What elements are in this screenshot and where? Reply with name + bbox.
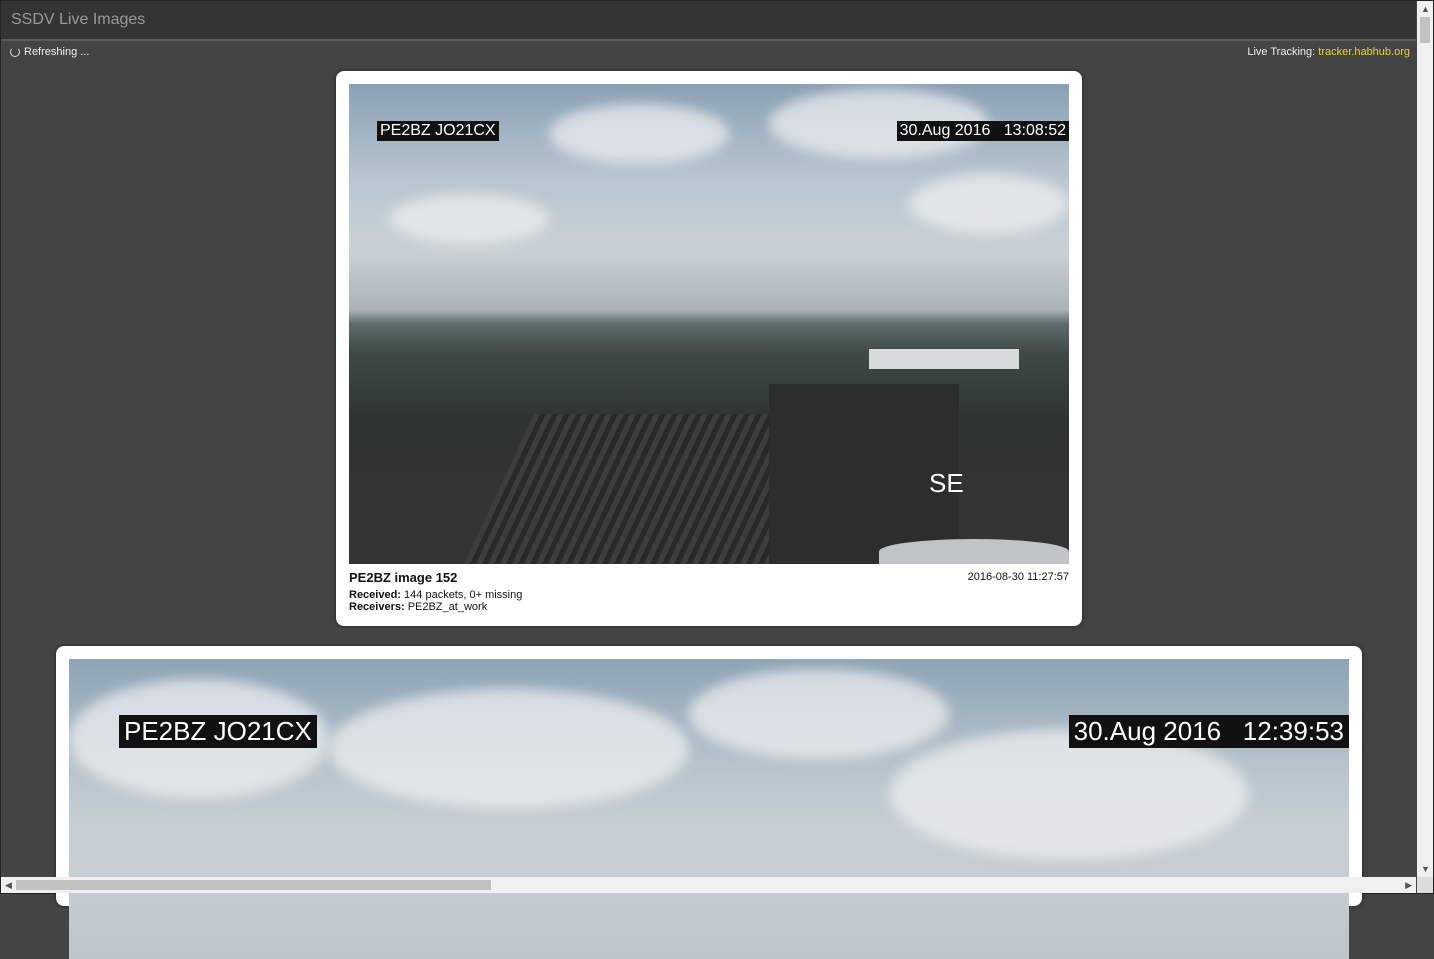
scroll-up-icon[interactable]: ▲: [1421, 4, 1430, 14]
image-overlay-callsign: PE2BZ JO21CX: [377, 121, 499, 141]
page-header: SSDV Live Images: [1, 1, 1416, 41]
tracker-link[interactable]: tracker.habhub.org: [1318, 46, 1410, 58]
vertical-scroll-thumb[interactable]: [1420, 17, 1430, 43]
image-overlay-datetime: 30.Aug 2016 13:08:52: [896, 121, 1069, 141]
image-overlay-callsign: PE2BZ JO21CX: [119, 715, 317, 748]
page-title: SSDV Live Images: [11, 11, 146, 28]
live-tracking: Live Tracking: tracker.habhub.org: [1247, 46, 1410, 58]
horizontal-scrollbar[interactable]: ◀ ▶: [1, 877, 1416, 893]
scroll-left-icon[interactable]: ◀: [5, 880, 12, 890]
receivers-info: Receivers: PE2BZ_at_work: [349, 601, 487, 613]
refresh-status: Refreshing ...: [10, 46, 89, 58]
cloud-shape: [329, 689, 689, 809]
horizontal-scroll-thumb[interactable]: [16, 880, 491, 890]
image-card: PE2BZ JO21CX 30.Aug 2016 12:39:53: [56, 646, 1362, 959]
scrollbar-corner: [1417, 877, 1433, 893]
image-overlay-datetime: 30.Aug 2016 12:39:53: [1068, 715, 1349, 748]
received-label: Received:: [349, 589, 401, 601]
cloud-shape: [389, 194, 549, 244]
cloud-shape: [689, 669, 949, 759]
receivers-value: PE2BZ_at_work: [407, 601, 488, 613]
cloud-shape: [889, 729, 1249, 859]
ssdv-image[interactable]: PE2BZ JO21CX 30.Aug 2016 13:08:52 SE: [349, 84, 1069, 564]
ssdv-image[interactable]: PE2BZ JO21CX 30.Aug 2016 12:39:53: [69, 659, 1349, 959]
refresh-status-text: Refreshing ...: [24, 46, 90, 58]
received-value: 144 packets, 0+ missing: [404, 589, 523, 601]
foreground-roof: [879, 539, 1069, 564]
image-card: PE2BZ JO21CX 30.Aug 2016 13:08:52 SE PE2…: [336, 71, 1082, 626]
receivers-label: Receivers:: [349, 601, 405, 613]
image-title: PE2BZ image 152: [349, 570, 458, 585]
cloud-shape: [909, 174, 1069, 234]
scroll-down-icon[interactable]: ▼: [1421, 864, 1430, 874]
received-info: Received: 144 packets, 0+ missing: [349, 589, 522, 601]
vertical-scrollbar[interactable]: ▲ ▼: [1417, 1, 1433, 877]
spinner-icon: [10, 47, 20, 57]
live-tracking-label: Live Tracking:: [1247, 46, 1316, 58]
image-overlay-direction: SE: [929, 468, 964, 498]
scroll-right-icon[interactable]: ▶: [1405, 880, 1412, 890]
white-building: [869, 349, 1019, 369]
image-timestamp: 2016-08-30 11:27:57: [967, 571, 1069, 583]
cloud-shape: [549, 104, 729, 164]
